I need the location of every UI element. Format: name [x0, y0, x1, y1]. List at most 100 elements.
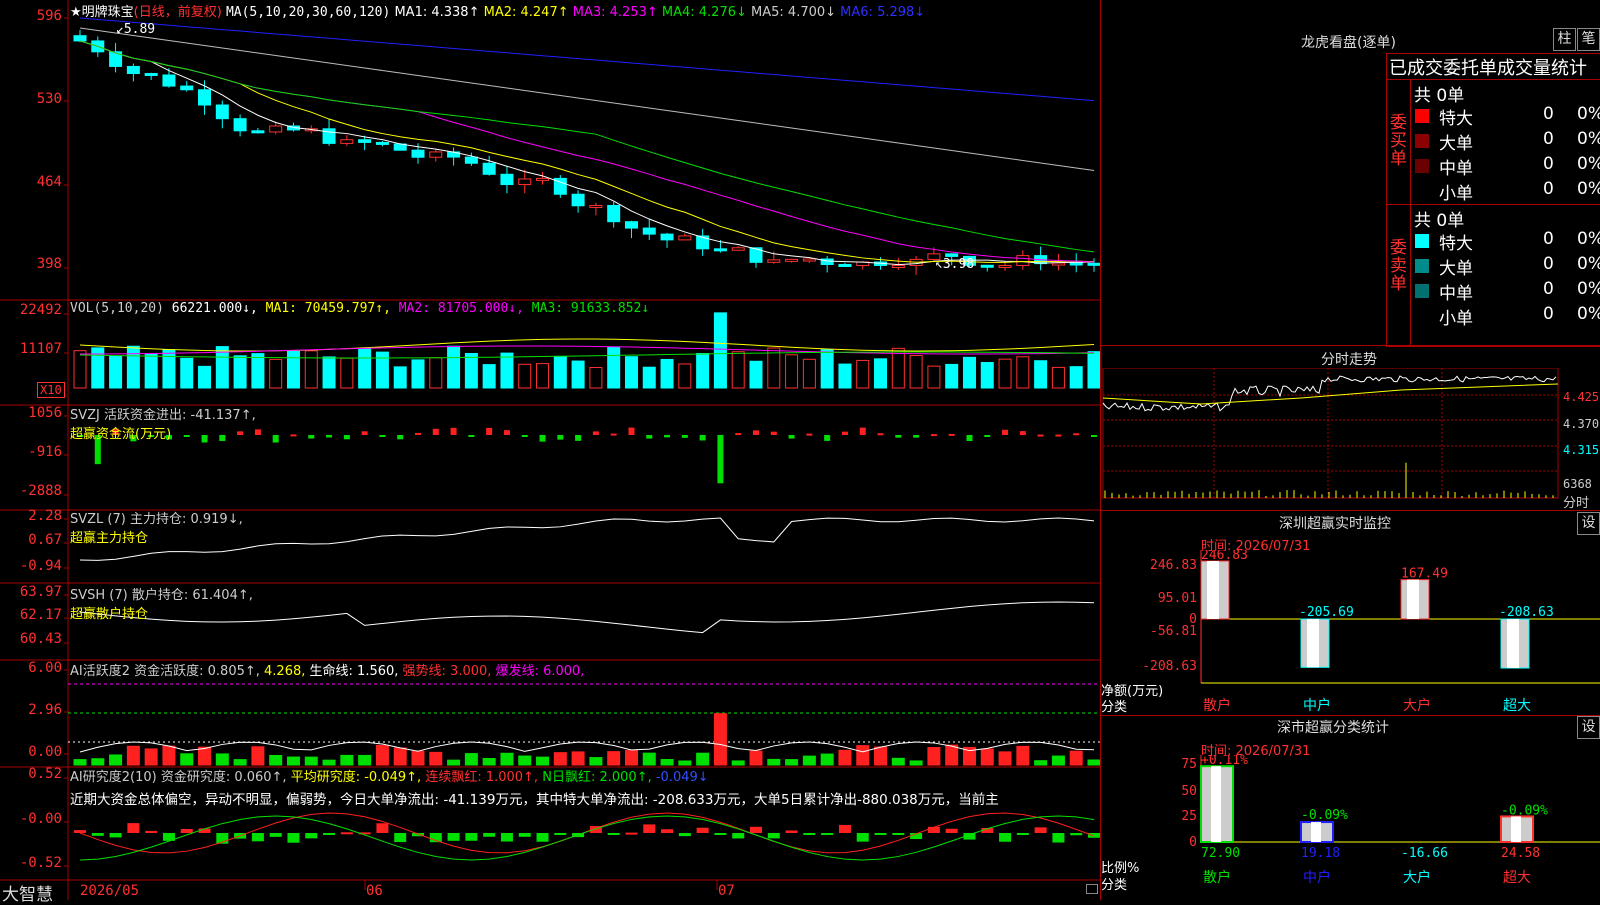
y-tick: 530 [36, 91, 62, 107]
sz-classify-settings-button[interactable]: 设 [1577, 716, 1600, 739]
research-bar [465, 833, 478, 841]
research-line [79, 812, 1095, 854]
candle-body [838, 263, 852, 267]
activity-bar [1016, 745, 1030, 766]
ma-value-3: MA3: 4.253↑ [572, 5, 662, 20]
intraday-chart[interactable] [1101, 368, 1600, 508]
activity-bar [696, 752, 710, 766]
period-label[interactable]: (日线，前复权) [134, 5, 222, 20]
activity-bar [536, 756, 550, 766]
tab-volume-stats[interactable]: 成交量统计 [1497, 58, 1587, 79]
volume-bar [233, 355, 247, 389]
ma-line-10 [79, 40, 1095, 263]
candle-body [571, 193, 585, 207]
right-panel: 龙虎看盘(逐单) 柱 笔 已成交委托单成交量统计 委买单 委卖单 共 0单 共 … [1100, 0, 1600, 900]
fund-flow-bar [1019, 431, 1026, 435]
fund-flow-bar [557, 435, 564, 440]
research-bar [554, 833, 567, 835]
volume-bar [696, 353, 710, 389]
activity-bar [838, 749, 852, 766]
svsh-sub-label: 超赢散户持仓 [70, 607, 149, 622]
legend-swatch [1415, 134, 1429, 148]
activity-bar [162, 745, 176, 766]
fund-flow-bar [877, 433, 884, 436]
activity-bar [1051, 755, 1065, 766]
candle-body [607, 204, 621, 223]
volume-bar [126, 345, 140, 389]
activity-bar [713, 713, 727, 766]
candle-body [589, 204, 603, 208]
research-bar [518, 833, 531, 837]
volume-bar [607, 346, 621, 389]
brand-logo[interactable]: 大智慧 [2, 880, 53, 905]
intraday-time-label: 分时 [1563, 496, 1590, 511]
fund-flow-bar [824, 435, 831, 441]
legend-swatch [1415, 159, 1429, 173]
activity-bar [91, 758, 105, 766]
candle-body [126, 65, 140, 75]
classify-top-label: +0.11% [1201, 755, 1248, 768]
monitor-y-tick: -56.81 [1150, 624, 1197, 639]
classify-category: 超大 [1503, 870, 1531, 886]
research-line [79, 815, 1095, 861]
fund-flow-bar [272, 435, 279, 443]
fund-flow-bar [735, 433, 742, 436]
lock-icon[interactable] [1086, 884, 1098, 894]
classify-y-tick: 75 [1181, 757, 1197, 772]
candle-body [1069, 262, 1083, 266]
volume-bar [1069, 366, 1083, 389]
activity-bar [589, 757, 603, 766]
activity-bar [464, 753, 478, 766]
volume-bar [624, 356, 638, 389]
sz-monitor-settings-button[interactable]: 设 [1577, 512, 1600, 535]
fund-flow-bar [1055, 434, 1062, 437]
tab-orders[interactable]: 委托单 [1443, 58, 1497, 79]
y-tick: 62.17 [19, 607, 62, 623]
ai-research-header: AI研究度2(10) 资金研究度: 0.060↑, 平均研究度: -0.049↑… [70, 766, 709, 785]
activity-bar [251, 746, 265, 766]
activity-bar [304, 756, 318, 766]
fund-flow-bar [432, 428, 439, 435]
y-tick: -916 [28, 444, 62, 460]
volume-bar [927, 365, 941, 389]
vol-ma-value-3: MA2: 81705.000↓, [398, 301, 532, 316]
volume-bar [731, 351, 745, 389]
sz-classify-title: 深市超赢分类统计 [1277, 720, 1389, 736]
intraday-frame [1102, 368, 1559, 499]
order-size-name: 大单 [1439, 259, 1473, 279]
activity-bar [215, 753, 229, 766]
research-bar [180, 829, 193, 833]
sz-classify-chart[interactable]: 75 50 25 0 +0.11% 72.90 散户 -0.09% 19.18 中户 -16.66 大… [1101, 755, 1600, 900]
main-chart-canvas[interactable] [0, 0, 1100, 900]
fund-flow-bar [397, 435, 404, 440]
research-bar [394, 833, 407, 843]
research-bar [1070, 833, 1083, 836]
candle-body [1051, 262, 1065, 266]
candle-body [536, 177, 550, 181]
volume-bar [998, 358, 1012, 389]
candle-body [375, 141, 389, 145]
classify-category: 中户 [1303, 869, 1331, 886]
order-size-name: 中单 [1439, 159, 1473, 179]
activity-bar [624, 749, 638, 766]
research-bar [696, 827, 709, 833]
classify-y-tick: 0 [1189, 835, 1197, 850]
pen-mode-button[interactable]: 笔 [1577, 28, 1600, 51]
monitor-bar-highlight [1207, 561, 1219, 619]
stock-name[interactable]: ★明牌珠宝 [70, 5, 134, 20]
vol-unit-label[interactable]: X10 [37, 382, 65, 398]
volume-bar [358, 348, 372, 389]
fund-flow-bar [415, 432, 421, 435]
activity-bar [73, 759, 87, 766]
dragon-tiger-box: 已成交委托单成交量统计 委买单 委卖单 共 0单 共 0单 特大 0 0% 大单 0 0%… [1386, 53, 1600, 347]
candle-body [233, 118, 247, 132]
candle-body [713, 248, 727, 252]
sell-orders-label: 委卖单 [1390, 238, 1407, 294]
tab-executed[interactable]: 已成交 [1389, 58, 1443, 79]
bar-mode-button[interactable]: 柱 [1553, 28, 1576, 51]
classify-bottom-label: 19.18 [1301, 846, 1340, 861]
sz-monitor-chart[interactable]: 246.8395.010-56.81-208.63246.83散户-205.69… [1101, 550, 1600, 715]
volume-bar [1051, 366, 1065, 389]
volume-bar [180, 357, 194, 389]
fund-flow-bar [343, 435, 350, 440]
